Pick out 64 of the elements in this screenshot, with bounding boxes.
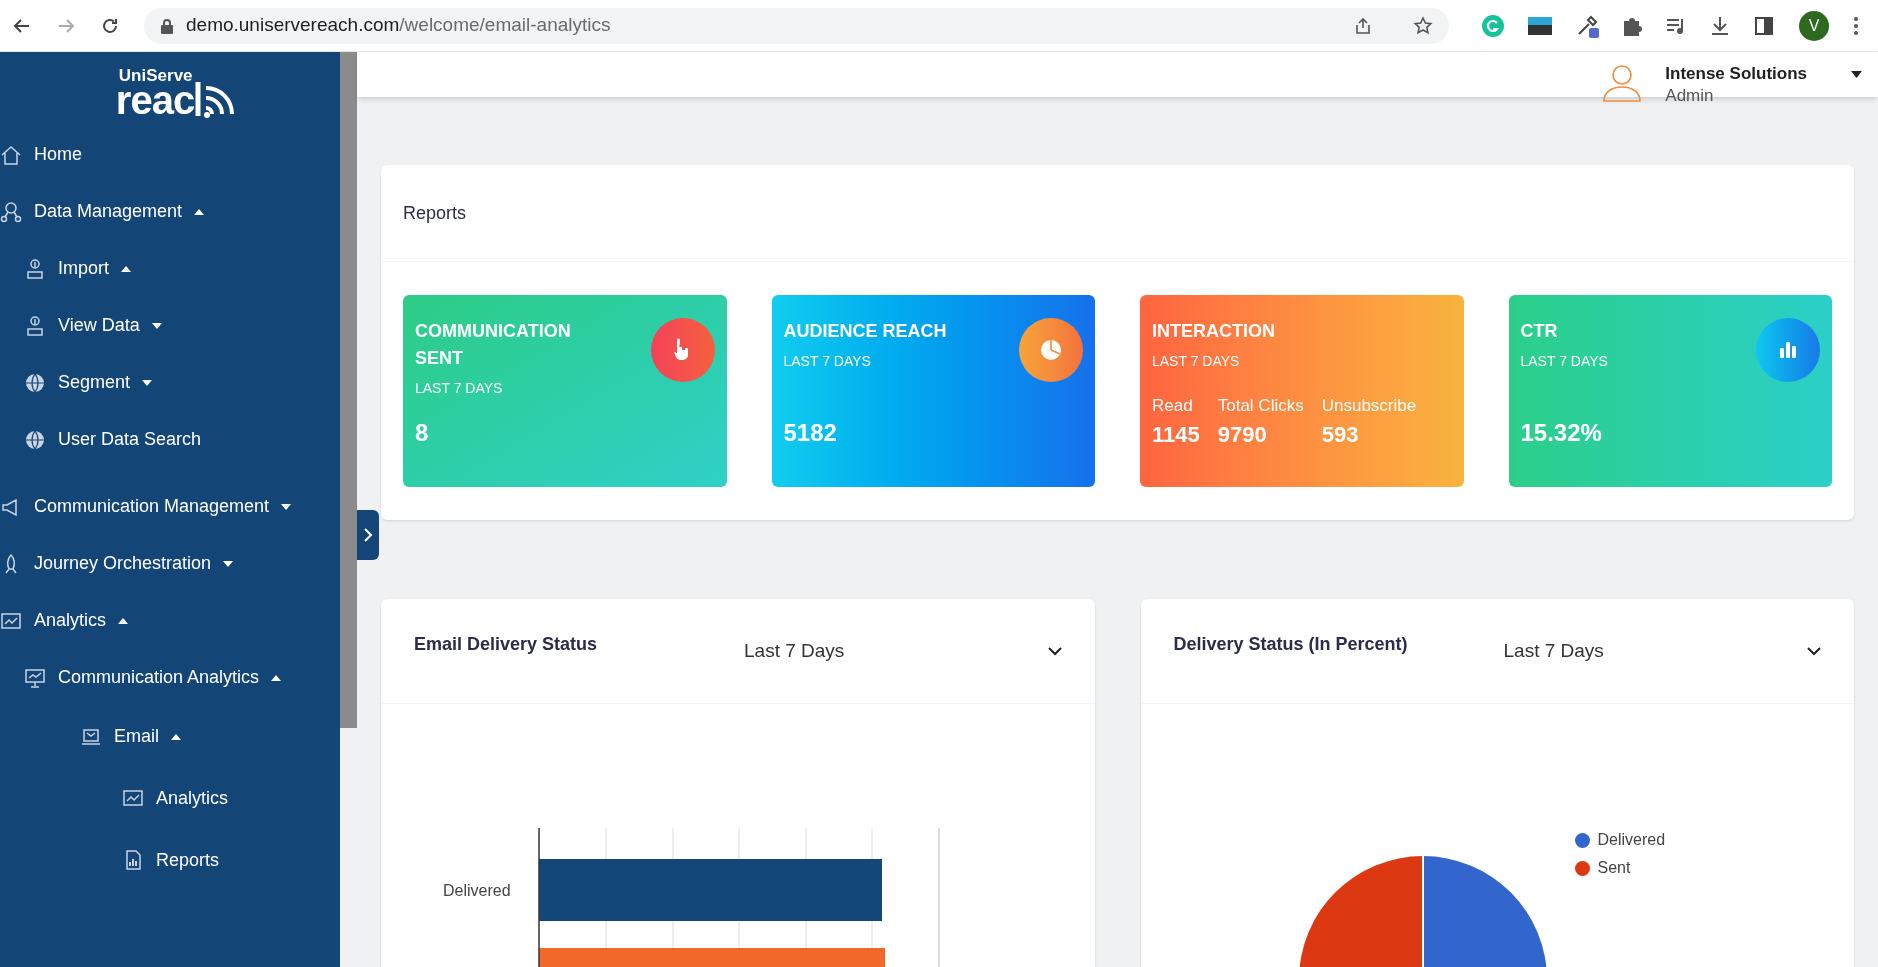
metric-label: Unsubscribe: [1321, 394, 1417, 417]
legend-label: Delivered: [1597, 830, 1666, 850]
sidebar-item[interactable]: Email: [0, 706, 340, 767]
card-title: COMMUNICATION SENT: [415, 320, 572, 370]
period-dropdown[interactable]: Last 7 Days: [1503, 637, 1821, 666]
metric-value: 9790: [1217, 421, 1268, 449]
upload-person-icon: [24, 314, 46, 337]
globe-icon: [24, 371, 46, 394]
sidebar-item[interactable]: Analytics: [0, 592, 340, 649]
address-bar[interactable]: demo.uniservereach.com/welcome/email-analytics: [144, 7, 1449, 44]
more-icon[interactable]: [1853, 15, 1859, 36]
metric-label: Read: [1152, 394, 1194, 417]
sidebar-item[interactable]: Import: [0, 240, 340, 297]
card-subtitle: LAST 7 DAYS: [415, 379, 504, 398]
sidebar-item[interactable]: Data Management: [0, 183, 340, 240]
user-icon: [1601, 62, 1644, 103]
sidebar-item[interactable]: Journey Orchestration: [0, 535, 340, 592]
expand-button[interactable]: [357, 510, 379, 560]
axis-label: Delivered: [443, 881, 511, 901]
card-value: 15.32%: [1520, 418, 1603, 448]
profile-avatar[interactable]: V: [1799, 10, 1829, 41]
card-subtitle: LAST 7 DAYS: [783, 352, 872, 371]
sidebar-item[interactable]: Communication Analytics: [0, 649, 340, 706]
legend-label: Sent: [1597, 858, 1631, 878]
sidebar-item[interactable]: View Data: [0, 297, 340, 354]
house-icon: [0, 143, 22, 166]
globe-icon: [24, 428, 46, 451]
url-text: demo.uniservereach.com/welcome/email-analytics: [186, 13, 612, 38]
metric-value: 1145: [1152, 421, 1200, 449]
chevron-right-icon: [363, 527, 373, 543]
card-subtitle: LAST 7 DAYS: [1152, 352, 1241, 371]
sidebar-item[interactable]: Communication Management: [0, 478, 340, 535]
monitor-icon: [24, 666, 46, 689]
scrollbar-thumb[interactable]: [340, 52, 357, 728]
sidebar-item[interactable]: Analytics: [0, 767, 340, 829]
chevron-down-icon: [1807, 646, 1821, 656]
share-icon[interactable]: [1353, 15, 1373, 36]
star-icon[interactable]: [1413, 15, 1433, 36]
metric-value: 593: [1321, 421, 1360, 449]
lock-icon: [160, 17, 174, 34]
sidebar-item[interactable]: User Data Search: [0, 411, 340, 468]
card-value: 5182: [783, 418, 838, 448]
sidebar-item[interactable]: Reports: [0, 829, 340, 891]
user-name: Intense Solutions: [1665, 63, 1807, 85]
upload-person-icon: [24, 257, 46, 280]
period-dropdown[interactable]: Last 7 Days: [744, 637, 1062, 666]
panel-title: Reports: [403, 201, 467, 225]
chart-title: Delivery Status (In Percent): [1173, 633, 1409, 656]
caret-down-icon[interactable]: [1851, 71, 1862, 78]
network-icon: [0, 200, 22, 223]
card-title: AUDIENCE REACH: [783, 320, 948, 343]
card-title: INTERACTION: [1152, 320, 1276, 343]
card-value: 8: [415, 418, 430, 448]
user-role: Admin: [1665, 84, 1715, 106]
card-title: CTR: [1520, 320, 1559, 343]
chart-title: Email Delivery Status: [414, 633, 599, 656]
metric-label: Total Clicks: [1217, 394, 1304, 417]
chart-icon: [122, 787, 144, 809]
chevron-down-icon: [1047, 646, 1062, 656]
sidebar-item[interactable]: Segment: [0, 354, 340, 411]
download-icon[interactable]: [1709, 14, 1731, 37]
card-subtitle: LAST 7 DAYS: [1520, 352, 1609, 371]
side-panel-icon[interactable]: [1753, 14, 1775, 37]
sidebar-item[interactable]: Home: [0, 126, 340, 183]
